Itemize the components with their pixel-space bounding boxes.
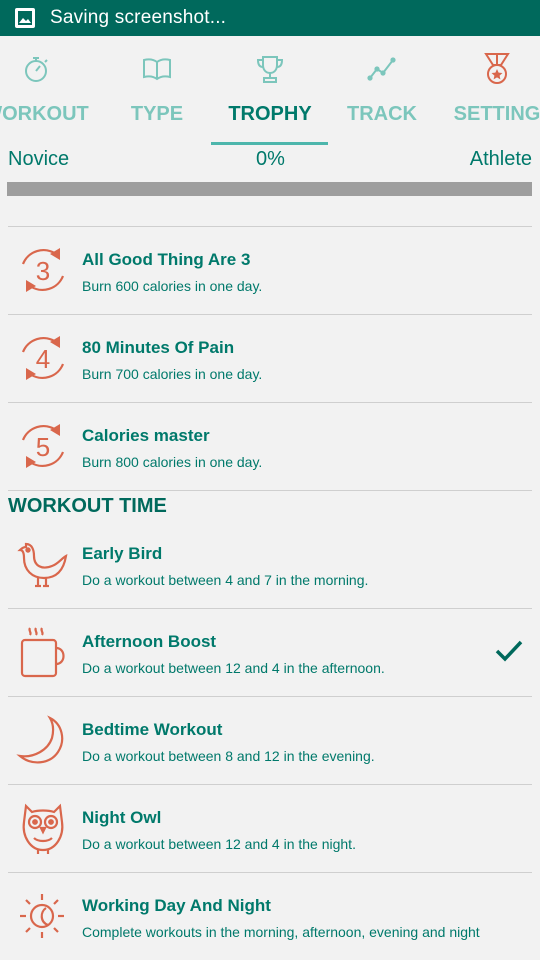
rank-end-label: Athlete: [469, 148, 532, 170]
trophy-title: Working Day And Night: [82, 896, 271, 915]
rank-progress-bar: [7, 182, 532, 196]
trophy-item[interactable]: 3 All Good Thing Are 3 Burn 600 calories…: [0, 226, 540, 314]
tab-workout[interactable]: WORKOUT: [0, 36, 95, 146]
tab-label: TROPHY: [228, 103, 312, 125]
cycle-5-icon: 5: [16, 418, 70, 474]
coffee-mug-icon: [16, 624, 70, 680]
cycle-4-icon: 4: [16, 330, 70, 386]
trophy-item[interactable]: 4 80 Minutes Of Pain Burn 700 calories i…: [0, 314, 540, 402]
trophy-description: Burn 800 calories in one day.: [82, 454, 263, 470]
trophy-title: All Good Thing Are 3: [82, 250, 251, 269]
divider: [8, 490, 532, 491]
tab-setting[interactable]: SETTING: [438, 36, 540, 146]
tab-label: TYPE: [130, 103, 184, 125]
rank-progress-labels: Novice 0% Athlete: [0, 148, 540, 174]
trophy-item[interactable]: Early Bird Do a workout between 4 and 7 …: [0, 520, 540, 608]
trophy-description: Complete workouts in the morning, aftern…: [82, 924, 480, 940]
trophy-title: 80 Minutes Of Pain: [82, 338, 235, 357]
trophy-item[interactable]: Bedtime Workout Do a workout between 8 a…: [0, 696, 540, 784]
tab-track[interactable]: TRACK: [323, 36, 441, 146]
book-icon: [140, 52, 174, 86]
trophy-description: Do a workout between 8 and 12 in the eve…: [82, 748, 375, 764]
cycle-number: 5: [36, 432, 50, 462]
moon-icon: [16, 712, 70, 768]
trophy-title: Early Bird: [82, 544, 163, 563]
tab-label: WORKOUT: [0, 103, 89, 125]
medal-icon: [480, 52, 514, 86]
trophy-item[interactable]: 5 Calories master Burn 800 calories in o…: [0, 402, 540, 490]
trophy-description: Burn 700 calories in one day.: [82, 366, 263, 382]
sun-moon-icon: [16, 888, 70, 944]
tab-label: SETTING: [453, 103, 540, 125]
active-tab-indicator: [211, 142, 328, 145]
progress-percent: 0%: [256, 148, 285, 170]
bird-icon: [16, 536, 70, 592]
stopwatch-icon: [19, 52, 53, 86]
rank-start-label: Novice: [8, 148, 70, 170]
trophy-title: Calories master: [82, 426, 210, 445]
tab-label: TRACK: [347, 103, 417, 125]
trophy-item[interactable]: Working Day And Night Complete workouts …: [0, 872, 540, 960]
image-icon: [14, 7, 36, 29]
trophy-item[interactable]: Night Owl Do a workout between 12 and 4 …: [0, 784, 540, 872]
trophy-title: Night Owl: [82, 808, 162, 827]
trophy-title: Afternoon Boost: [82, 632, 217, 651]
trophy-title: Bedtime Workout: [82, 720, 223, 739]
section-header-workout-time: WORKOUT TIME: [8, 495, 167, 517]
trophy-description: Do a workout between 4 and 7 in the morn…: [82, 572, 369, 588]
trophy-description: Burn 600 calories in one day.: [82, 278, 263, 294]
status-bar: Saving screenshot...: [0, 0, 540, 36]
line-chart-icon: [365, 52, 399, 86]
tab-bar: WORKOUT TYPE TROPHY TRACK SETTING: [0, 36, 540, 146]
cycle-number: 4: [36, 344, 50, 374]
owl-icon: [16, 800, 70, 856]
trophy-description: Do a workout between 12 and 4 in the aft…: [82, 660, 385, 676]
cycle-3-icon: 3: [16, 242, 70, 298]
tab-trophy[interactable]: TROPHY: [211, 36, 329, 146]
cycle-number: 3: [36, 256, 50, 286]
trophy-description: Do a workout between 12 and 4 in the nig…: [82, 836, 356, 852]
status-text: Saving screenshot...: [50, 7, 227, 28]
checkmark-icon: [494, 638, 524, 664]
tab-type[interactable]: TYPE: [98, 36, 216, 146]
trophy-item[interactable]: Afternoon Boost Do a workout between 12 …: [0, 608, 540, 696]
trophy-icon: [253, 52, 287, 86]
